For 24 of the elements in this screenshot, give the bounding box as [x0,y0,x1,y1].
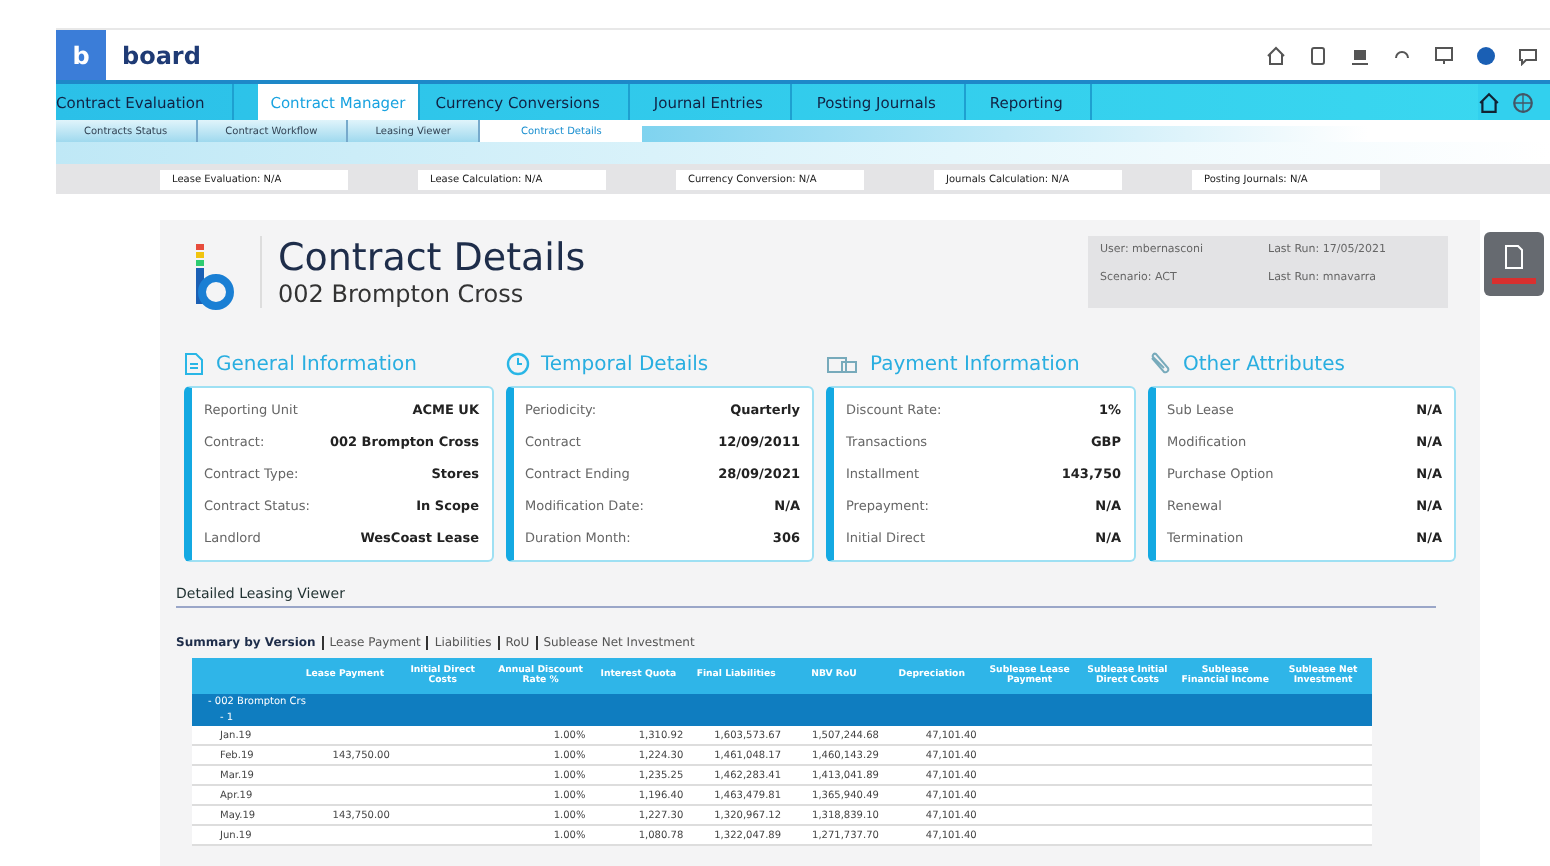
globe-icon[interactable] [1512,91,1534,113]
column-header [192,658,296,694]
page-title: Contract Details [278,236,586,280]
brand-logo-text: board [122,41,201,69]
download-bar [1492,278,1536,284]
export-button[interactable] [1484,232,1544,296]
document-icon [1502,244,1526,272]
section-title: Temporal Details [541,353,709,375]
page-subtitle: 002 Brompton Cross [278,280,526,308]
banknote-icon [826,353,858,375]
clock-icon [505,352,529,376]
document-icon [184,352,204,376]
monitor-icon[interactable] [1434,45,1454,65]
section-title: Payment Information [870,353,1080,375]
home-icon[interactable] [1478,91,1500,113]
section-title: General Information [216,353,417,375]
book-icon[interactable] [1308,45,1328,65]
logo-tile: b [56,30,106,80]
chat-icon[interactable] [1518,45,1538,65]
screen-icon[interactable] [1350,45,1370,65]
logo-icon [192,244,236,312]
home-icon[interactable] [1266,45,1286,65]
section-title: Other Attributes [1183,353,1345,375]
paperclip-icon [1147,352,1171,376]
